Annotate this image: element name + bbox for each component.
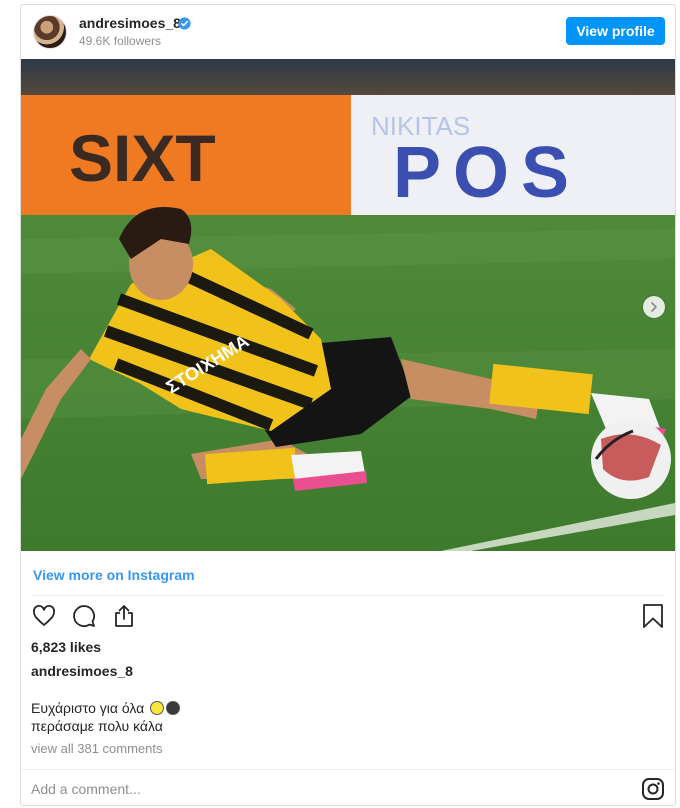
action-bar [31,603,137,629]
comment-button[interactable] [71,603,97,629]
verified-badge-icon [178,17,191,30]
view-more-link[interactable]: View more on Instagram [33,567,195,583]
caption-text: Ευχάριστο για όλα περάσαμε πολυ κάλα [31,699,181,735]
post-header: andresimoes_8 49.6K followers View profi… [21,5,675,59]
like-count[interactable]: 6,823 likes [31,639,101,655]
caption-line-1: Ευχάριστο για όλα [31,700,145,716]
carousel-next-button[interactable] [643,296,665,318]
share-button[interactable] [111,603,137,629]
view-all-comments-link[interactable]: view all 381 comments [31,741,163,756]
black-circle-emoji [166,701,181,715]
instagram-embed-card: andresimoes_8 49.6K followers View profi… [20,4,676,806]
caption-author[interactable]: andresimoes_8 [31,663,133,679]
like-button[interactable] [31,603,57,629]
divider [33,595,663,596]
username[interactable]: andresimoes_8 [79,15,181,31]
share-icon [115,605,133,627]
ad-sixt-text: SIXT [69,121,216,195]
ad-pos-text: POS [393,133,581,213]
post-image: SIXT NIKITAS POS ΣΤΟΙΧΗΜΑ [21,59,675,551]
chevron-right-icon [651,302,657,312]
view-profile-button[interactable]: View profile [566,17,665,45]
yellow-circle-emoji [150,701,165,715]
follower-count: 49.6K followers [79,34,162,48]
add-comment-input[interactable]: Add a comment... [31,781,141,797]
divider [21,769,675,770]
heart-icon [33,605,55,626]
caption-line-2: περάσαμε πολυ κάλα [31,718,163,734]
comment-icon [73,605,95,627]
instagram-icon[interactable] [641,777,665,801]
post-photo[interactable]: SIXT NIKITAS POS ΣΤΟΙΧΗΜΑ [21,59,675,551]
bookmark-icon[interactable] [641,603,665,629]
avatar[interactable] [33,15,67,49]
